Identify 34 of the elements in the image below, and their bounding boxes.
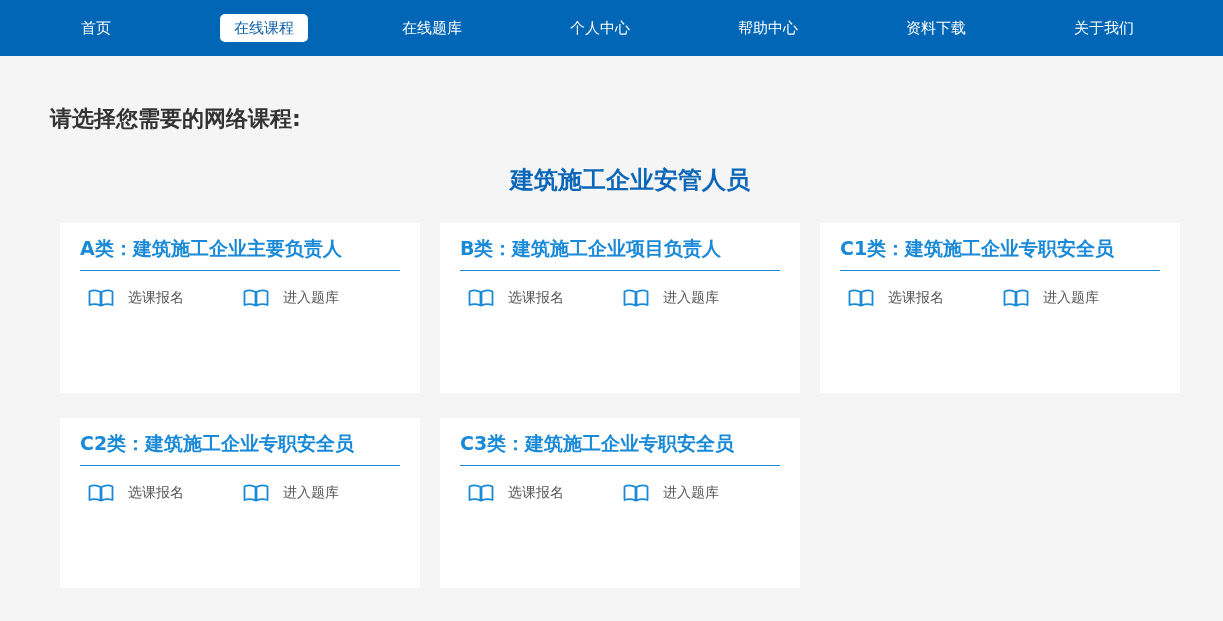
book-icon [468,288,494,307]
course-link[interactable]: 进入题库 [1043,287,1099,308]
course-title: B类：建筑施工企业项目负责人 [460,233,780,271]
book-icon [848,288,874,307]
book-icon [243,483,269,502]
course-link[interactable]: 进入题库 [663,482,719,503]
nav-tab[interactable]: 资料下载 [892,14,980,42]
book-icon [623,288,649,307]
book-icon [468,483,494,502]
book-icon [88,288,114,307]
page-heading: 请选择您需要的网络课程: [50,105,302,133]
course-title: A类：建筑施工企业主要负责人 [80,233,400,271]
course-link[interactable]: 选课报名 [508,287,564,308]
course-title: C1类：建筑施工企业专职安全员 [840,233,1160,271]
nav-tab[interactable]: 个人中心 [556,14,644,42]
book-icon [1003,288,1029,307]
course-link[interactable]: 选课报名 [508,482,564,503]
course-link[interactable]: 进入题库 [283,287,339,308]
book-icon [243,288,269,307]
course-link[interactable]: 进入题库 [663,287,719,308]
book-icon [88,483,114,502]
nav-tab[interactable]: 首页 [67,14,125,42]
nav-tab[interactable]: 在线题库 [388,14,476,42]
course-link[interactable]: 选课报名 [128,482,184,503]
course-title: C3类：建筑施工企业专职安全员 [460,428,780,466]
nav-tab[interactable]: 在线课程 [220,14,308,42]
course-link[interactable]: 进入题库 [283,482,339,503]
nav-tab[interactable]: 帮助中心 [724,14,812,42]
nav-tab[interactable]: 关于我们 [1060,14,1148,42]
section-title: 建筑施工企业安管人员 [508,165,751,196]
course-link[interactable]: 选课报名 [128,287,184,308]
course-link[interactable]: 选课报名 [888,287,944,308]
course-title: C2类：建筑施工企业专职安全员 [80,428,400,466]
book-icon [623,483,649,502]
